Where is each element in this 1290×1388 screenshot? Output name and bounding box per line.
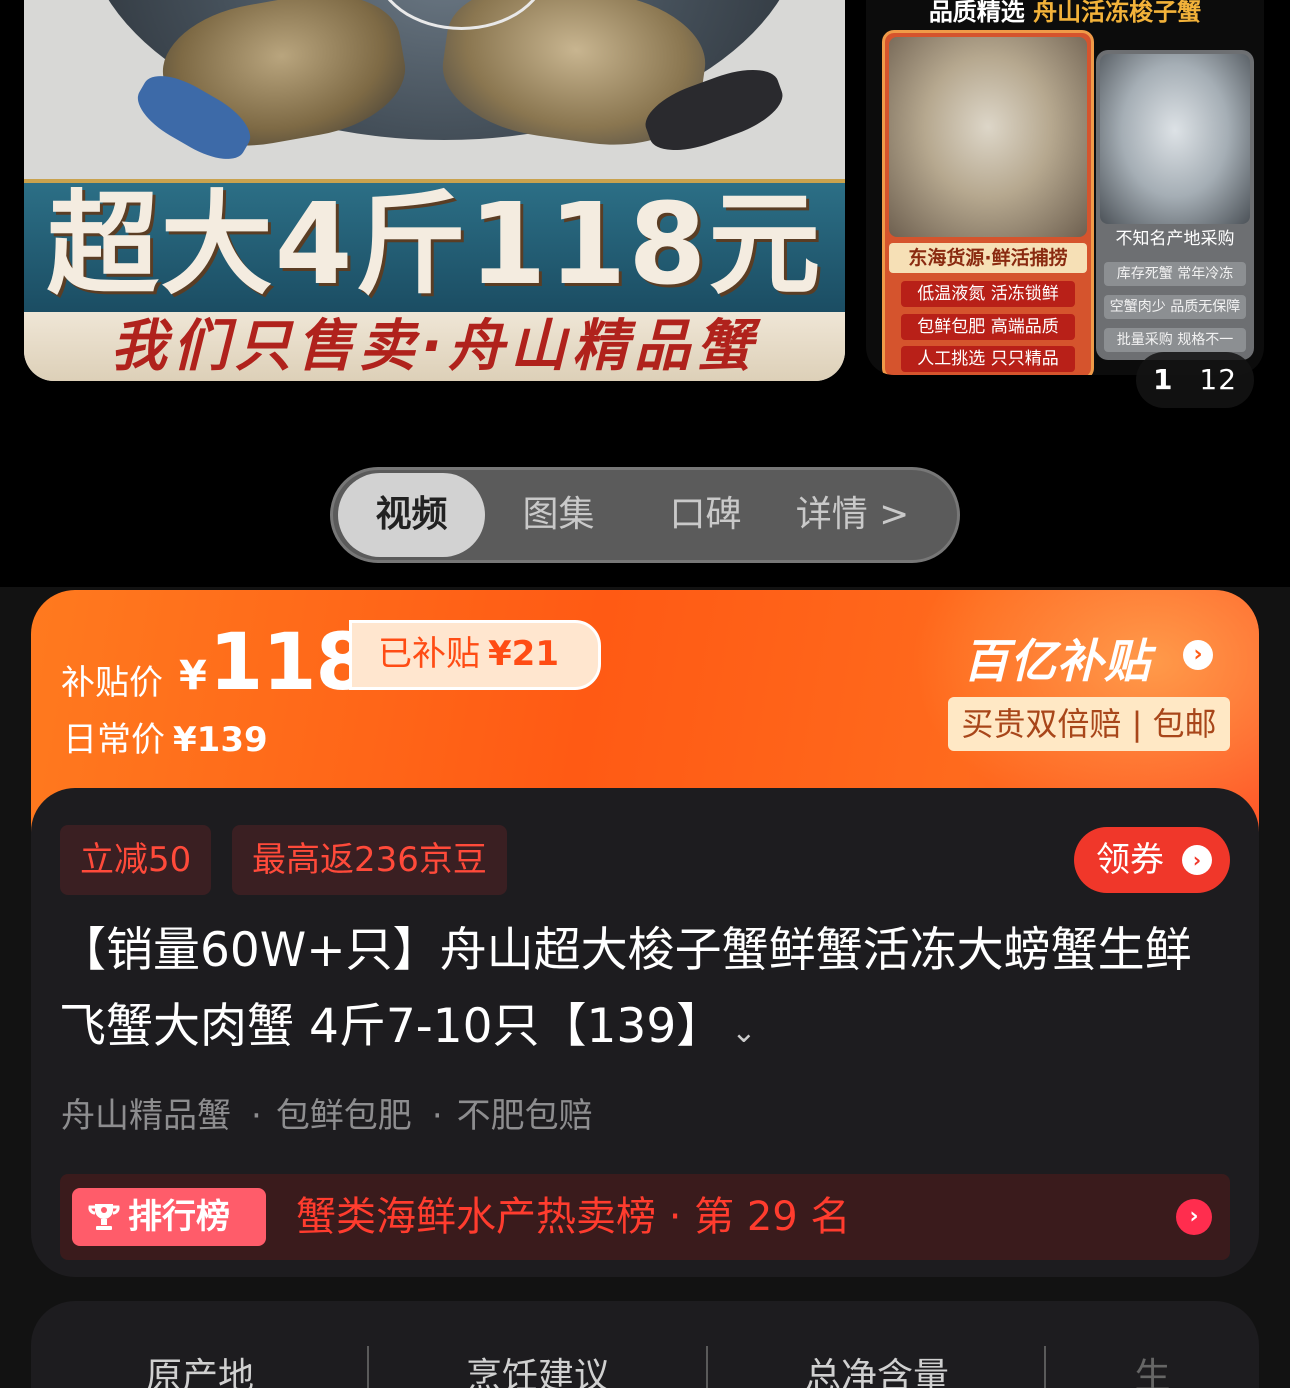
currency-symbol: ¥ [179, 653, 207, 699]
banner-slogan: 我们只售卖·舟山精品蟹 [24, 312, 845, 381]
get-coupon-button[interactable]: 领券 › [1074, 827, 1230, 893]
tab-reviews[interactable]: 口碑 [632, 473, 779, 557]
chevron-right-icon: › [1176, 1199, 1212, 1235]
pager-total: 12 [1199, 363, 1238, 396]
spec-net-weight: 总净含量 [804, 1356, 949, 1388]
card-tag: 低温液氮 活冻锁鲜 [901, 281, 1075, 307]
card-title: 不知名产地采购 [1115, 229, 1235, 249]
card-tag: 库存死蟹 常年冷冻 [1104, 262, 1246, 286]
product-title-text: 【销量60W+只】舟山超大梭子蟹鲜蟹活冻大螃蟹生鲜飞蟹大肉蟹 4斤7-10只【1… [59, 923, 1192, 1054]
tab-details[interactable]: 详情 > [779, 473, 926, 557]
spec-cooking: 烹饪建议 [465, 1356, 610, 1388]
main-product-image[interactable]: 超大4斤118元 我们只售卖·舟山精品蟹 [24, 0, 845, 381]
spec-more: 生 [1134, 1356, 1171, 1388]
feature-list: 舟山精品蟹包鲜包肥不肥包赔 [61, 1088, 593, 1137]
ranking-badge: 排行榜 [72, 1188, 266, 1246]
subsidy-tag: 已补贴 [378, 634, 480, 674]
subsidy-amount: ¥21 [488, 634, 559, 674]
card-tag: 空蟹肉少 品质无保障 [1104, 295, 1246, 319]
secondary-product-image[interactable]: 品质精选 舟山活冻梭子蟹 东海货源·鲜活捕捞 低温液氮 活冻锁鲜 包鲜包肥 高端… [866, 0, 1264, 375]
feature-item: 舟山精品蟹 [61, 1096, 231, 1136]
comparison-card-ours: 东海货源·鲜活捕捞 低温液氮 活冻锁鲜 包鲜包肥 高端品质 人工挑选 只只精品 [882, 30, 1094, 375]
product-gallery[interactable]: 超大4斤118元 我们只售卖·舟山精品蟹 品质精选 舟山活冻梭子蟹 东海货源·鲜… [0, 0, 1290, 587]
card-tag: 包鲜包肥 高端品质 [901, 314, 1075, 340]
media-tabs: 视频 图集 口碑 详情 > [330, 467, 960, 563]
daily-price: ¥139 [173, 720, 268, 760]
tab-gallery[interactable]: 图集 [485, 473, 632, 557]
card-tag: 批量采购 规格不一 [1104, 328, 1246, 352]
banner-headline: 超大4斤118元 [46, 180, 823, 310]
image-pager: 1 12 [1136, 352, 1254, 408]
discount-chip[interactable]: 立减50 [60, 825, 212, 895]
daily-price-label: 日常价 [63, 720, 165, 760]
spec-card[interactable]: 原产地 烹饪建议 总净含量 生 [31, 1301, 1259, 1388]
comparison-card-others: 不知名产地采购 库存死蟹 常年冷冻 空蟹肉少 品质无保障 批量采购 规格不一 [1096, 50, 1254, 360]
comparison-header-highlight: 舟山活冻梭子蟹 [1033, 0, 1202, 26]
tab-video[interactable]: 视频 [338, 473, 485, 557]
ranking-text: 蟹类海鲜水产热卖榜 · 第 29 名 [296, 1194, 851, 1240]
product-info-card: 立减50 最高返236京豆 领券 › 【销量60W+只】舟山超大梭子蟹鲜蟹活冻大… [31, 788, 1259, 1277]
subsidy-badge: 已补贴 ¥21 [349, 620, 601, 690]
comparison-header: 品质精选 舟山活冻梭子蟹 [866, 0, 1264, 30]
guarantee-badge[interactable]: 买贵双倍赔 | 包邮 [948, 697, 1230, 751]
card-title: 东海货源·鲜活捕捞 [889, 243, 1087, 273]
chevron-right-icon: › [1182, 845, 1212, 875]
pager-current: 1 [1152, 363, 1174, 396]
ranking-badge-label: 排行榜 [128, 1197, 230, 1237]
comparison-header-prefix: 品质精选 [928, 0, 1025, 26]
ranking-banner[interactable]: 排行榜 蟹类海鲜水产热卖榜 · 第 29 名 › [60, 1174, 1230, 1260]
jingdou-chip[interactable]: 最高返236京豆 [232, 825, 507, 895]
chevron-right-icon[interactable]: › [1183, 640, 1213, 670]
subsidy-price: 118 [209, 618, 370, 708]
billion-subsidy-logo[interactable]: 百亿补贴 [963, 625, 1151, 691]
coupon-label: 领券 [1096, 840, 1164, 880]
daily-price-row: 日常价 ¥139 [63, 712, 268, 761]
chevron-down-icon[interactable]: ⌄ [731, 1015, 756, 1050]
trophy-icon [88, 1204, 120, 1230]
feature-item: 不肥包赔 [412, 1096, 593, 1136]
spec-origin: 原产地 [145, 1356, 254, 1388]
crab-photo [1100, 54, 1250, 224]
product-title[interactable]: 【销量60W+只】舟山超大梭子蟹鲜蟹活冻大螃蟹生鲜飞蟹大肉蟹 4斤7-10只【1… [59, 913, 1229, 1071]
feature-item: 包鲜包肥 [231, 1096, 412, 1136]
crab-photo [889, 37, 1087, 237]
card-tag: 人工挑选 只只精品 [901, 346, 1075, 372]
subsidy-price-label: 补贴价 [61, 663, 163, 703]
